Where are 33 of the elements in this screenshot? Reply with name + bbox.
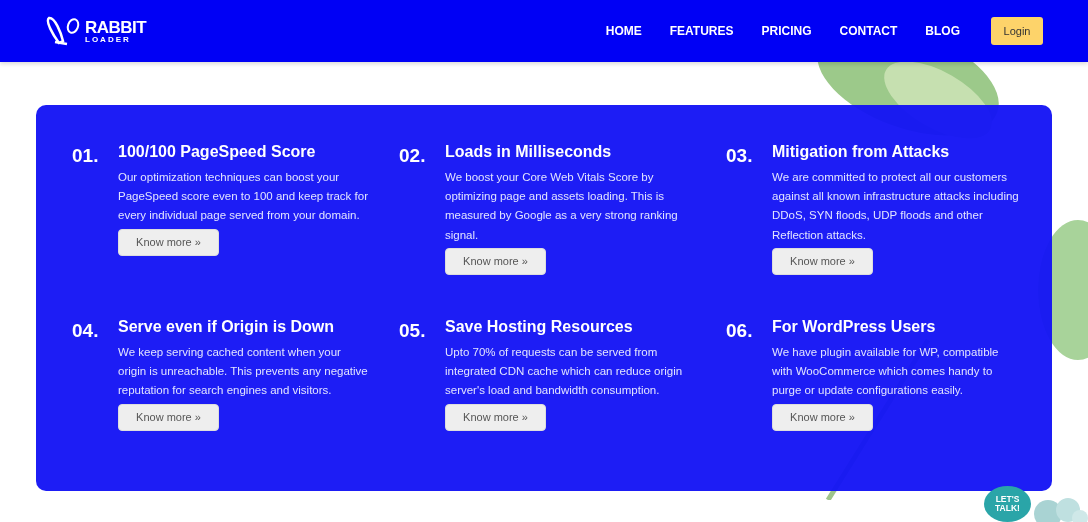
nav-link[interactable]: HOME <box>605 24 642 38</box>
know-more-button[interactable]: Know more » <box>118 228 219 256</box>
nav-link[interactable]: PRICING <box>761 24 812 38</box>
feature-title: 100/100 PageSpeed Score <box>118 143 317 161</box>
feature-description: We boost your Core Web Vitals Score by optimizing page and assets loading. This is measured by Google as a very strong ranking signal. <box>445 170 679 243</box>
nav-link[interactable]: CONTACT <box>839 24 898 38</box>
feature-description: Upto 70% of requests can be served from integrated CDN cache which can reduce origin server's load and bandwidth consumption. <box>445 345 684 399</box>
logo-subtitle: LOADER <box>85 35 132 44</box>
feature-title: Save Hosting Resources <box>445 318 634 336</box>
know-more-button[interactable]: Know more » <box>118 403 219 431</box>
feature-title: Loads in Milliseconds <box>445 143 613 161</box>
logo-wordmark: RABBIT <box>85 18 147 36</box>
feature-number: 05. <box>399 319 427 343</box>
feature-description: We keep serving cached content when your origin is unreachable. This prevents any negative reputation for search engines and visitors. <box>118 345 368 399</box>
feature-title: For WordPress Users <box>772 318 937 336</box>
rabbit-ears-icon <box>45 15 81 47</box>
know-more-button[interactable]: Know more » <box>772 247 873 275</box>
feature-title: Serve even if Origin is Down <box>118 318 336 336</box>
feature-number: 02. <box>399 144 427 168</box>
feature-title: Mitigation from Attacks <box>772 143 951 161</box>
feature-number: 03. <box>726 144 754 168</box>
feature-description: We are committed to protect all our customers against all known infrastructure attacks including DDoS, SYN floods, UDP floods and other Reflection attacks. <box>772 170 1020 243</box>
feature-number: 06. <box>726 319 754 343</box>
know-more-button[interactable]: Know more » <box>445 403 546 431</box>
feature-number: 01. <box>72 144 100 168</box>
know-more-button[interactable]: Know more » <box>445 247 546 275</box>
know-more-button[interactable]: Know more » <box>772 403 873 431</box>
feature-description: Our optimization techniques can boost your PageSpeed score even to 100 and keep track for every individual page served from your domain. <box>118 170 368 224</box>
nav-link[interactable]: BLOG <box>925 24 960 38</box>
feature-description: We have plugin available for WP, compatible with WooCommerce which comes handy to purge or update configurations easily. <box>772 345 1000 399</box>
nav-link[interactable]: FEATURES <box>669 24 734 38</box>
login-button[interactable]: Login <box>991 17 1043 45</box>
feature-number: 04. <box>72 319 100 343</box>
